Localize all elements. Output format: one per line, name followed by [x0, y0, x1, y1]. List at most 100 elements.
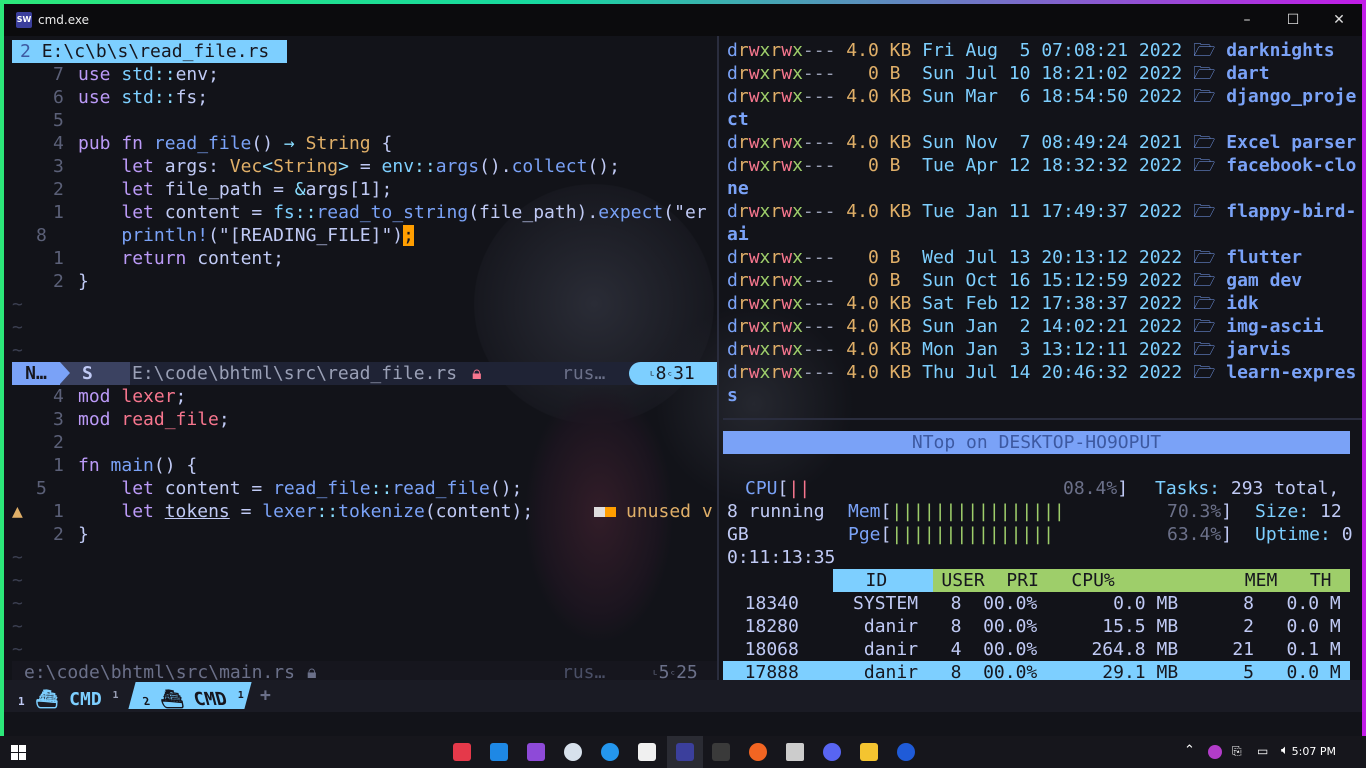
- chrome-icon[interactable]: [564, 743, 582, 761]
- code-line[interactable]: let args: Vec<String> = env::args().coll…: [78, 155, 620, 178]
- cmd-icon[interactable]: [712, 743, 730, 761]
- chevron-up-icon[interactable]: ⌃: [1184, 743, 1195, 758]
- directory-name[interactable]: darknights: [1226, 40, 1334, 61]
- directory-name[interactable]: facebook-clo: [1226, 155, 1356, 176]
- file-explorer-icon[interactable]: [860, 743, 878, 761]
- empty-line-marker: ~: [12, 570, 23, 591]
- right-pane[interactable]: drwxrwx--- 4.0 KB Fri Aug 5 07:08:21 202…: [723, 36, 1362, 712]
- process-row[interactable]: 18340 SYSTEM 8 00.0% 0.0 MB 8 0.0 M: [723, 592, 1350, 615]
- line-number: 2: [53, 179, 64, 200]
- terminal-app-icon[interactable]: [676, 743, 694, 761]
- column-headers[interactable]: ID USER PRI CPU% MEM TH: [833, 569, 1332, 592]
- minimize-button[interactable]: –: [1224, 4, 1270, 36]
- directory-name[interactable]: flappy-bird-: [1226, 201, 1356, 222]
- tab-cmd-1[interactable]: 1 ⛴︎ CMD 1: [18, 682, 119, 710]
- docker-icon[interactable]: [601, 743, 619, 761]
- listing-row[interactable]: drwxrwx--- 4.0 KB Sun Jan 2 14:02:21 202…: [727, 315, 1324, 338]
- maximize-button[interactable]: ☐: [1270, 4, 1316, 36]
- code-line[interactable]: println!("[READING_FILE]");: [78, 224, 414, 247]
- pane-divider[interactable]: [717, 36, 719, 712]
- code-token: =: [359, 156, 382, 177]
- directory-name-wrap[interactable]: ai: [727, 223, 749, 246]
- code-line[interactable]: pub fn read_file() → String {: [78, 132, 392, 155]
- code-line[interactable]: mod read_file;: [78, 408, 230, 431]
- notion-icon[interactable]: [638, 743, 656, 761]
- directory-name[interactable]: Excel parser: [1226, 132, 1356, 153]
- line-number: 6: [53, 87, 64, 108]
- listing-row[interactable]: drwxrwx--- 0 B Sun Oct 16 15:12:59 2022 …: [727, 269, 1302, 292]
- postman-icon[interactable]: [749, 743, 767, 761]
- listing-row[interactable]: drwxrwx--- 0 B Wed Jul 13 20:13:12 2022 …: [727, 246, 1302, 269]
- tray-app-icon[interactable]: [1208, 745, 1222, 759]
- uptime-label: Uptime:: [1255, 524, 1331, 545]
- directory-name[interactable]: img-ascii: [1226, 316, 1324, 337]
- vivaldi-icon[interactable]: [453, 743, 471, 761]
- app-icon[interactable]: [897, 743, 915, 761]
- listing-row[interactable]: drwxrwx--- 0 B Sun Jul 10 18:21:02 2022 …: [727, 62, 1270, 85]
- process-table-header[interactable]: ID USER PRI CPU% MEM TH: [833, 569, 1350, 592]
- code-line[interactable]: }: [78, 270, 89, 293]
- code-token: &: [294, 179, 306, 200]
- directory-name-wrap[interactable]: s: [727, 384, 738, 407]
- editor-pane[interactable]: 2 E:\c\b\s\read_file.rs 7 use std::env;6 u…: [8, 36, 720, 712]
- directory-name-wrap[interactable]: ne: [727, 177, 749, 200]
- process-row[interactable]: 18068 danir 4 00.0% 264.8 MB 21 0.1 M: [723, 638, 1350, 661]
- code-line[interactable]: let content = fs::read_to_string(file_pa…: [78, 201, 706, 224]
- windows-start-icon[interactable]: [11, 745, 26, 760]
- listing-row[interactable]: drwxrwx--- 4.0 KB Fri Aug 5 07:08:21 202…: [727, 39, 1335, 62]
- directory-name[interactable]: gam dev: [1226, 270, 1302, 291]
- code-line[interactable]: }: [78, 523, 89, 546]
- close-button[interactable]: ✕: [1316, 4, 1362, 36]
- new-tab-button[interactable]: +: [260, 682, 271, 709]
- directory-name-wrap[interactable]: ct: [727, 108, 749, 131]
- listing-row[interactable]: drwxrwx--- 4.0 KB Sun Nov 7 08:49:24 202…: [727, 131, 1356, 154]
- visual-studio-icon[interactable]: [527, 743, 545, 761]
- windows-taskbar: ⌃ ⎘ ▭ 🔈︎ 5:07 PM: [0, 736, 1366, 768]
- code-token: mod: [78, 386, 122, 407]
- listing-row[interactable]: drwxrwx--- 4.0 KB Mon Jan 3 13:12:11 202…: [727, 338, 1291, 361]
- cpu-percent: 08.4%: [1063, 478, 1118, 499]
- code-line[interactable]: use std::env;: [78, 63, 219, 86]
- taskbar-clock[interactable]: 5:07 PM: [1292, 745, 1336, 758]
- directory-name[interactable]: dart: [1226, 63, 1269, 84]
- monitor-icon[interactable]: ▭: [1257, 744, 1268, 758]
- line-number: 7: [53, 64, 64, 85]
- volume-icon[interactable]: 🔈︎: [1281, 743, 1289, 758]
- directory-name[interactable]: django_proje: [1226, 86, 1356, 107]
- directory-name[interactable]: learn-expres: [1226, 362, 1356, 383]
- code-token: }: [78, 271, 89, 292]
- tab-cmd-2[interactable]: 2 ⛴︎ CMD 1: [128, 682, 252, 710]
- code-token: <: [262, 156, 274, 177]
- code-line[interactable]: mod lexer;: [78, 385, 186, 408]
- process-row[interactable]: 18280 danir 8 00.0% 15.5 MB 2 0.0 M: [723, 615, 1350, 638]
- directory-name[interactable]: jarvis: [1226, 339, 1291, 360]
- code-token: ;: [175, 386, 187, 407]
- discord-icon[interactable]: [823, 743, 841, 761]
- code-line[interactable]: let tokens = lexer::tokenize(content);: [78, 500, 533, 523]
- vscode-icon[interactable]: [490, 743, 508, 761]
- virtualbox-icon[interactable]: [786, 743, 804, 761]
- directory-name[interactable]: idk: [1226, 293, 1259, 314]
- code-line[interactable]: return content;: [78, 247, 284, 270]
- pane-separator[interactable]: [723, 418, 1362, 420]
- file-size: 0 B: [835, 270, 912, 291]
- app-icon: SW: [16, 12, 32, 28]
- code-token: ::: [294, 202, 317, 223]
- buffer-tab[interactable]: 2 E:\c\b\s\read_file.rs: [12, 40, 287, 63]
- listing-row[interactable]: drwxrwx--- 4.0 KB Sun Mar 6 18:54:50 202…: [727, 85, 1356, 108]
- listing-row[interactable]: drwxrwx--- 4.0 KB Thu Jul 14 20:46:32 20…: [727, 361, 1356, 384]
- line-number: 4: [53, 133, 64, 154]
- directory-name[interactable]: flutter: [1226, 247, 1302, 268]
- code-line[interactable]: use std::fs;: [78, 86, 208, 109]
- code-line[interactable]: let file_path = &args[1];: [78, 178, 392, 201]
- code-line[interactable]: fn main() {: [78, 454, 197, 477]
- title-bar[interactable]: SW cmd.exe – ☐ ✕: [4, 4, 1362, 36]
- code-line[interactable]: let content = read_file::read_file();: [78, 477, 522, 500]
- listing-row[interactable]: drwxrwx--- 0 B Tue Apr 12 18:32:32 2022 …: [727, 154, 1356, 177]
- code-token: read_file: [392, 478, 490, 499]
- code-token: {: [370, 133, 393, 154]
- network-icon[interactable]: ⎘: [1232, 744, 1242, 759]
- listing-row[interactable]: drwxrwx--- 4.0 KB Sat Feb 12 17:38:37 20…: [727, 292, 1259, 315]
- code-token: (file_path).: [468, 202, 599, 223]
- listing-row[interactable]: drwxrwx--- 4.0 KB Tue Jan 11 17:49:37 20…: [727, 200, 1356, 223]
